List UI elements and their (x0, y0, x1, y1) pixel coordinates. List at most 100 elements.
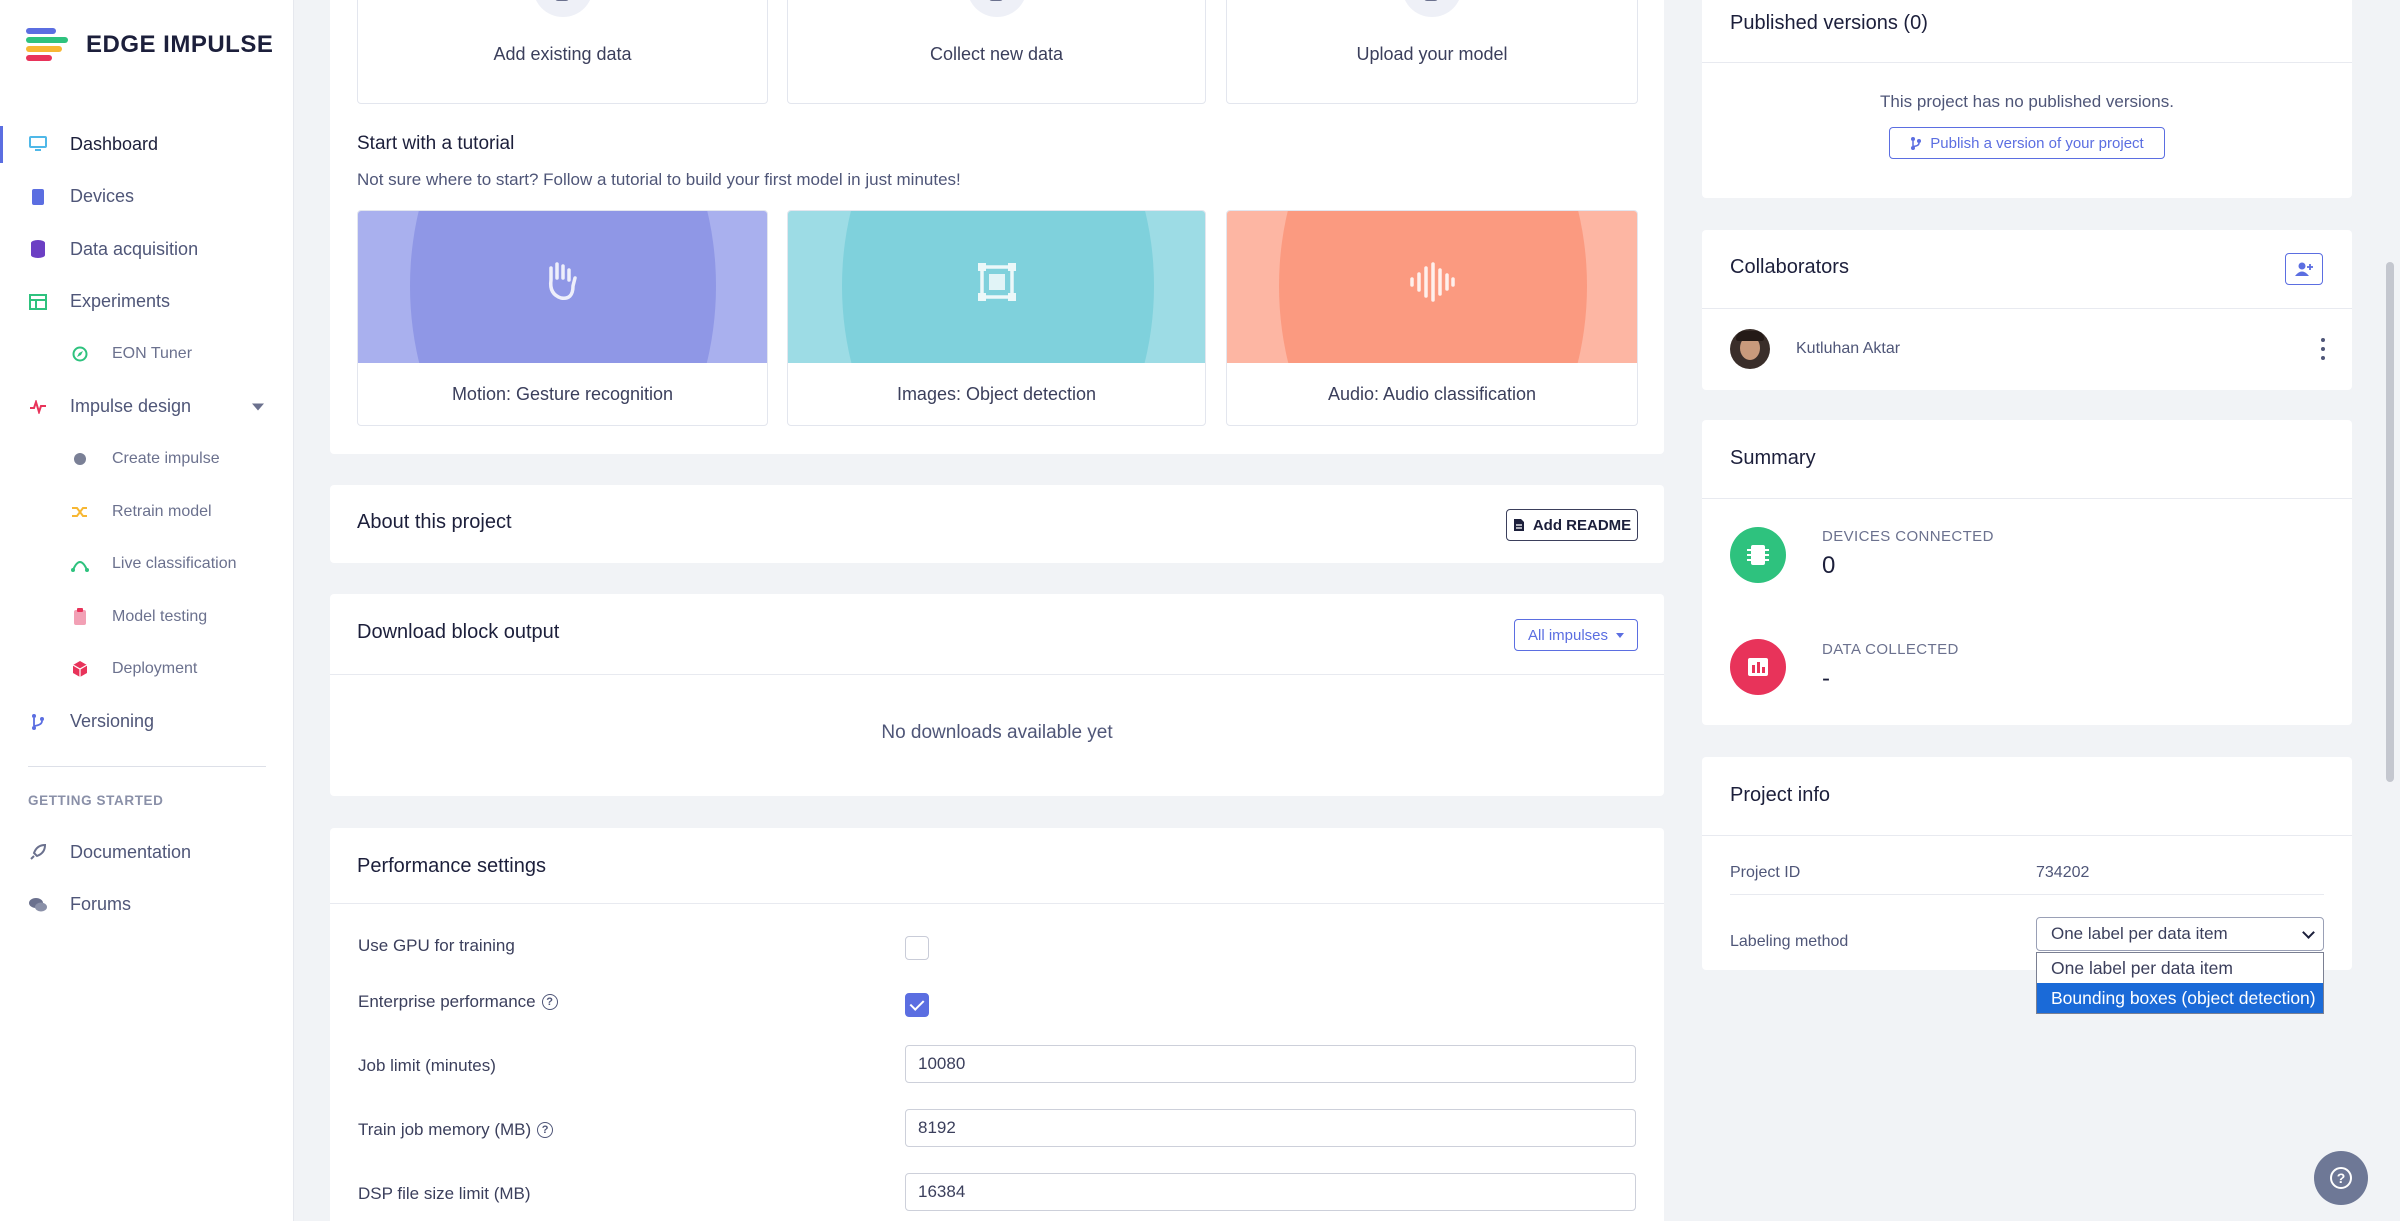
card-divider (1702, 308, 2352, 309)
enterprise-performance-checkbox[interactable] (905, 993, 929, 1017)
sidebar-item-forums[interactable]: Forums (0, 879, 294, 932)
sidebar-item-label: Experiments (70, 291, 171, 312)
labeling-method-select[interactable]: One label per data item (2036, 917, 2324, 951)
devices-connected-icon (1730, 527, 1786, 583)
performance-settings-card: Performance settings Use GPU for trainin… (330, 828, 1664, 1221)
summary-title: Summary (1730, 447, 1816, 469)
help-icon[interactable]: ? (541, 994, 558, 1010)
compass-icon (70, 344, 90, 364)
sidebar-item-retrain-model[interactable]: Retrain model (0, 486, 294, 539)
sidebar-item-devices[interactable]: Devices (0, 171, 294, 224)
job-limit-input[interactable] (905, 1045, 1636, 1083)
sidebar-item-live-classification[interactable]: Live classification (0, 538, 294, 591)
collaborators-card: Collaborators Kutluhan Aktar (1702, 230, 2352, 390)
tutorial-card-gesture[interactable]: Motion: Gesture recognition (357, 210, 768, 426)
tutorial-label: Audio: Audio classification (1327, 384, 1537, 404)
tutorial-subtitle: Not sure where to start? Follow a tutori… (357, 170, 961, 189)
labeling-method-value: One label per data item (2051, 924, 2228, 943)
sidebar-item-eon-tuner[interactable]: EON Tuner (0, 328, 294, 381)
sidebar-item-data-acquisition[interactable]: Data acquisition (0, 223, 294, 276)
dot-icon (70, 449, 90, 469)
data-collected-value: - (1822, 665, 1830, 692)
row-divider (1730, 894, 2324, 895)
collect-new-data-label: Collect new data (929, 44, 1064, 64)
add-existing-data-card[interactable]: Add existing data (357, 0, 768, 104)
sidebar-item-model-testing[interactable]: Model testing (0, 591, 294, 644)
help-icon[interactable]: ? (537, 1122, 554, 1138)
database-icon (532, 0, 593, 17)
no-downloads-text: No downloads available yet (881, 722, 1113, 743)
sidebar-item-label: Data acquisition (70, 238, 199, 259)
all-impulses-label: All impulses (1527, 626, 1609, 644)
tutorial-banner (358, 211, 767, 363)
help-button[interactable]: ? (2314, 1151, 2368, 1205)
tutorial-label: Motion: Gesture recognition (451, 384, 674, 404)
sidebar-item-label: Dashboard (70, 133, 159, 154)
add-collaborator-button[interactable] (2285, 253, 2323, 285)
sidebar-item-versioning[interactable]: Versioning (0, 696, 294, 749)
publish-version-button[interactable]: Publish a version of your project (1889, 127, 2165, 159)
sidebar-nav: Dashboard Devices Data acquisition Exper… (0, 118, 294, 748)
sidebar-bottom-nav: Documentation Forums (0, 826, 294, 931)
collaborator-name: Kutluhan Aktar (1796, 340, 1901, 357)
data-collected-icon (1730, 639, 1786, 695)
tutorial-card-audio[interactable]: Audio: Audio classification (1226, 210, 1638, 426)
chip-icon (28, 187, 48, 207)
add-readme-button[interactable]: Add README (1506, 509, 1638, 541)
project-id-value: 734202 (2036, 864, 2090, 881)
pulse-icon (28, 397, 48, 417)
data-collected-label: DATA COLLECTED (1822, 641, 1959, 658)
branch-icon (1911, 136, 1922, 150)
monitor-icon (28, 134, 48, 154)
tutorial-card-object-detection[interactable]: Images: Object detection (787, 210, 1206, 426)
add-user-icon (2295, 262, 2313, 276)
about-project-card: About this project Add README (330, 485, 1664, 563)
tutorial-banner (788, 211, 1205, 363)
train-memory-input[interactable] (905, 1109, 1636, 1147)
shuffle-icon (70, 502, 90, 522)
sidebar-item-impulse-design[interactable]: Impulse design (0, 381, 294, 434)
sidebar-item-label: EON Tuner (112, 345, 193, 363)
publish-version-label: Publish a version of your project (1930, 134, 2144, 152)
gpu-training-checkbox[interactable] (905, 936, 929, 960)
labeling-method-label: Labeling method (1730, 933, 1849, 950)
enterprise-performance-label: Enterprise performance? (358, 992, 558, 1012)
dropdown-option-bounding-boxes[interactable]: Bounding boxes (object detection) (2037, 983, 2323, 1013)
sidebar-item-label: Live classification (112, 555, 237, 573)
about-project-title: About this project (357, 511, 512, 533)
caret-down-icon (1616, 632, 1625, 638)
dsp-limit-input[interactable] (905, 1173, 1636, 1211)
cube-icon (70, 659, 90, 679)
sidebar-item-label: Documentation (70, 841, 192, 862)
all-impulses-dropdown[interactable]: All impulses (1514, 619, 1638, 651)
sidebar-item-deployment[interactable]: Deployment (0, 643, 294, 696)
sidebar-item-documentation[interactable]: Documentation (0, 826, 294, 879)
sidebar-item-experiments[interactable]: Experiments (0, 276, 294, 329)
project-info-title: Project info (1730, 784, 1831, 806)
published-versions-card: Published versions (0) This project has … (1702, 0, 2352, 198)
train-memory-label: Train job memory (MB)? (358, 1120, 554, 1140)
logo[interactable]: EDGE IMPULSE (26, 28, 273, 62)
scrollbar-thumb[interactable] (2386, 262, 2394, 782)
chevron-down-icon[interactable] (252, 403, 264, 411)
upload-icon (1402, 0, 1462, 17)
sidebar-item-label: Model testing (112, 607, 208, 625)
no-published-versions-text: This project has no published versions. (1880, 92, 2174, 111)
card-divider (1702, 498, 2352, 499)
waveform-icon (1407, 262, 1457, 312)
edge-impulse-logo-icon (26, 28, 72, 62)
add-existing-data-label: Add existing data (493, 44, 632, 64)
sidebar-item-dashboard[interactable]: Dashboard (0, 118, 294, 171)
chip-icon (966, 0, 1027, 17)
project-id-label: Project ID (1730, 864, 1801, 881)
card-divider (330, 903, 1664, 904)
sidebar: EDGE IMPULSE Dashboard Devices Data acqu… (0, 0, 294, 1221)
dropdown-option-one-label[interactable]: One label per data item (2037, 953, 2323, 983)
card-divider (330, 674, 1664, 675)
rocket-icon (28, 842, 48, 862)
brand-name: EDGE IMPULSE (86, 31, 274, 58)
more-vertical-icon[interactable] (2320, 338, 2326, 360)
collect-new-data-card[interactable]: Collect new data (787, 0, 1206, 104)
upload-model-card[interactable]: Upload your model (1226, 0, 1638, 104)
sidebar-item-create-impulse[interactable]: Create impulse (0, 433, 294, 486)
